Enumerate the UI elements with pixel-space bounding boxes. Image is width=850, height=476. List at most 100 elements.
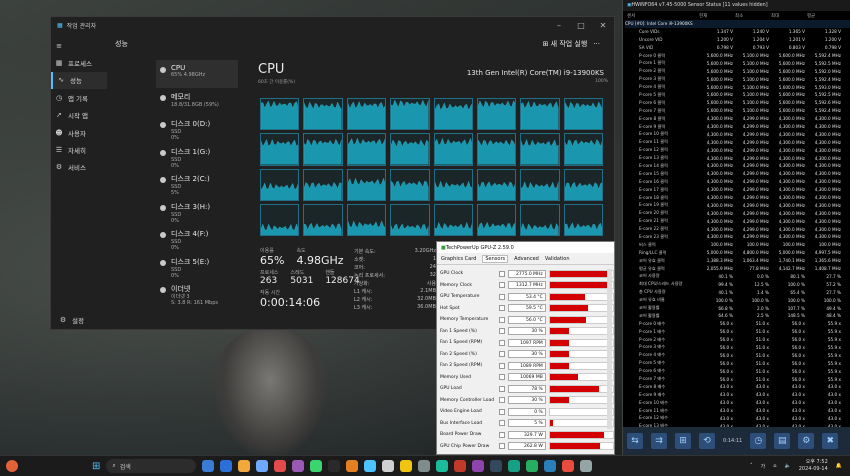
sensor-row[interactable]: E-core 22 클럭 4,300.0 MHz 4,299.0 MHz 4,300.…: [625, 225, 850, 233]
more-options-button[interactable]: ···: [593, 40, 600, 48]
start-button[interactable]: ⊞: [92, 461, 100, 472]
column-header[interactable]: 현재: [699, 13, 735, 19]
sensor-row[interactable]: 최대 CPU/스레드 사용량 99.4 % 12.5 % 100.0 % 57.2 %: [625, 280, 850, 288]
taskbar-app-icon[interactable]: [490, 460, 503, 472]
sensor-row[interactable]: 코어 사용량 40.1 % 0.0 % 80.1 % 27.7 %: [625, 273, 850, 281]
gpuz-scrollbar[interactable]: [607, 269, 612, 429]
taskbar-app-icon[interactable]: [382, 460, 395, 472]
sensor-row[interactable]: 코어 유효 클럭 1,388.3 MHz 1,063.4 MHz 1,740.1 MH…: [625, 257, 850, 265]
sensor-row[interactable]: P-core 2 배수 56.0 x 51.0 x 56.0 x 55.9 x: [625, 336, 850, 344]
nav-back-icon[interactable]: ⇆: [627, 433, 643, 449]
column-header[interactable]: 평균: [807, 13, 843, 19]
column-header[interactable]: 최대: [771, 13, 807, 19]
sensor-row[interactable]: P-core 6 배수 56.0 x 51.0 x 56.0 x 55.9 x: [625, 367, 850, 375]
nav-item-performance[interactable]: ∿ 성능: [51, 71, 107, 90]
taskbar-app-icon[interactable]: [256, 460, 269, 472]
sensor-row[interactable]: E-core 10 클럭 4,300.0 MHz 4,299.0 MHz 4,300.…: [625, 130, 850, 138]
sensor-row[interactable]: P-core 1 배수 56.0 x 51.0 x 56.0 x 55.9 x: [625, 328, 850, 336]
device-item[interactable]: 디스크 1(G:) SSD 0%: [156, 143, 238, 171]
sensor-dropdown[interactable]: [499, 397, 506, 404]
nav-menu-button[interactable]: ≡: [51, 37, 107, 54]
device-item[interactable]: 이더넷 이더넷 3 S: 3.8 R: 161 Mbps: [156, 280, 238, 308]
taskbar-app-icon[interactable]: [544, 460, 557, 472]
gpuz-tab[interactable]: Graphics Card: [441, 256, 476, 262]
device-item[interactable]: CPU 65% 4.98GHz: [156, 60, 238, 88]
minimize-button[interactable]: –: [548, 21, 570, 30]
sensor-dropdown[interactable]: [499, 282, 506, 289]
taskbar-app-icon[interactable]: [328, 460, 341, 472]
sensor-row[interactable]: E-core 16 클럭 4,300.0 MHz 4,299.0 MHz 4,300.…: [625, 178, 850, 186]
taskbar-app-icon[interactable]: [364, 460, 377, 472]
sensor-dropdown[interactable]: [499, 374, 506, 381]
settings-icon[interactable]: ⚙: [798, 433, 815, 449]
device-item[interactable]: 디스크 3(H:) SSD 0%: [156, 198, 238, 226]
sensor-row[interactable]: P-core 0 클럭 5,600.0 MHz 5,100.0 MHz 5,600.0…: [625, 52, 850, 60]
reset-icon[interactable]: ⟲: [699, 433, 715, 449]
maximize-button[interactable]: □: [570, 21, 592, 30]
report-icon[interactable]: ▤: [774, 433, 791, 449]
sensor-row[interactable]: E-core 19 클럭 4,300.0 MHz 4,299.0 MHz 4,300.…: [625, 201, 850, 209]
sensor-dropdown[interactable]: [499, 339, 506, 346]
taskbar-app-icon[interactable]: [202, 460, 215, 472]
taskbar-app-icon[interactable]: [526, 460, 539, 472]
sensor-row[interactable]: E-core 14 클럭 4,300.0 MHz 4,299.0 MHz 4,300.…: [625, 162, 850, 170]
sensor-row[interactable]: E-core 8 클럭 4,300.0 MHz 4,299.0 MHz 4,300.0…: [625, 115, 850, 123]
taskbar-app-icon[interactable]: [418, 460, 431, 472]
sensor-row[interactable]: 코어 유효 비율 100.0 % 100.0 % 100.0 % 100.0 %: [625, 296, 850, 304]
sensor-row[interactable]: P-core 4 배수 56.0 x 51.0 x 56.0 x 55.9 x: [625, 351, 850, 359]
taskbar-app-icon[interactable]: [238, 460, 251, 472]
device-item[interactable]: 디스크 2(C:) SSD 5%: [156, 170, 238, 198]
taskbar-app-icon[interactable]: [580, 460, 593, 472]
sensor-row[interactable]: E-core 11 배수 43.0 x 43.0 x 43.0 x 43.0 x: [625, 407, 850, 415]
sensor-dropdown[interactable]: [499, 316, 506, 323]
sensor-row[interactable]: P-core 7 배수 56.0 x 51.0 x 56.0 x 55.9 x: [625, 375, 850, 383]
sensor-row[interactable]: E-core 20 클럭 4,300.0 MHz 4,299.0 MHz 4,300.…: [625, 209, 850, 217]
sensor-row[interactable]: E-core 18 클럭 4,300.0 MHz 4,299.0 MHz 4,300.…: [625, 194, 850, 202]
sensor-row[interactable]: P-core 7 클럭 5,600.0 MHz 5,100.0 MHz 5,600.0…: [625, 107, 850, 115]
sensor-row[interactable]: Ring/LLC 클럭 5,000.0 MHz 4,800.0 MHz 5,000.0…: [625, 249, 850, 257]
nav-forward-icon[interactable]: ⇉: [651, 433, 667, 449]
network-icon[interactable]: ⊞: [675, 433, 691, 449]
sensor-row[interactable]: 평균 유효 클럭 2,055.9 MHz 77.8 MHz 4,142.7 MHz 1,…: [625, 265, 850, 273]
sensor-row[interactable]: E-core 11 클럭 4,300.0 MHz 4,299.0 MHz 4,300.…: [625, 138, 850, 146]
sensor-row[interactable]: E-core 23 클럭 4,300.0 MHz 4,299.0 MHz 4,300.…: [625, 233, 850, 241]
sensor-row[interactable]: SA VID 0.798 V 0.793 V 0.803 V 0.798 V: [625, 44, 850, 52]
sensor-row[interactable]: P-core 2 클럭 5,600.0 MHz 5,100.0 MHz 5,600.0…: [625, 67, 850, 75]
taskbar-app-icon[interactable]: [292, 460, 305, 472]
close-icon[interactable]: ✖: [822, 433, 839, 449]
taskbar-search[interactable]: ⌕ 검색: [106, 459, 197, 473]
clock[interactable]: 오후 7:52 2024-09-14: [799, 459, 828, 473]
sensor-dropdown[interactable]: [499, 362, 506, 369]
taskbar-app-icon[interactable]: [310, 460, 323, 472]
taskbar-app-icon[interactable]: [274, 460, 287, 472]
sensor-dropdown[interactable]: [499, 270, 506, 277]
nav-item-app-history[interactable]: ◷ 앱 기록: [51, 89, 107, 106]
nav-item-services[interactable]: ⚙ 서비스: [51, 159, 107, 176]
sensor-row[interactable]: P-core 3 배수 56.0 x 51.0 x 56.0 x 55.9 x: [625, 344, 850, 352]
taskbar-app-icon[interactable]: [400, 460, 413, 472]
sensor-row[interactable]: Uncore VID 1.200 V 1.204 V 1.201 V 1.200 V: [625, 36, 850, 44]
sensor-row[interactable]: P-core 5 배수 56.0 x 51.0 x 56.0 x 55.9 x: [625, 359, 850, 367]
sensor-row[interactable]: E-core 15 클럭 4,300.0 MHz 4,299.0 MHz 4,300.…: [625, 170, 850, 178]
nav-item-settings[interactable]: ⚙ 설정: [55, 311, 84, 328]
sensor-dropdown[interactable]: [499, 328, 506, 335]
new-task-button[interactable]: ⊞ 새 작업 실행: [543, 39, 588, 49]
sensor-row[interactable]: 버스 클럭 100.0 MHz 100.0 MHz 100.0 MHz 100.0 MH…: [625, 241, 850, 249]
sensor-dropdown[interactable]: [499, 420, 506, 427]
taskbar-app-icon[interactable]: [562, 460, 575, 472]
sensor-row[interactable]: E-core 9 클럭 4,300.0 MHz 4,299.0 MHz 4,300.0…: [625, 123, 850, 131]
gpuz-tab[interactable]: Validation: [545, 256, 570, 262]
nav-item-users[interactable]: ☻ 사용자: [51, 124, 107, 141]
sensor-row[interactable]: 코어 활용률 66.8 % 2.0 % 107.7 % 49.4 %: [625, 304, 850, 312]
weather-widget-icon[interactable]: [6, 460, 18, 472]
sensor-row[interactable]: P-core 1 클럭 5,600.0 MHz 5,100.0 MHz 5,600.0…: [625, 59, 850, 67]
sensor-row[interactable]: Core VIDs 1.347 V 1.240 V 1.365 V 1.328 V: [625, 28, 850, 36]
gpuz-tab[interactable]: Sensors: [482, 254, 509, 263]
ime-indicator[interactable]: 가: [761, 463, 766, 470]
sensor-row[interactable]: E-core 12 배수 43.0 x 43.0 x 43.0 x 43.0 x: [625, 415, 850, 423]
sensor-row[interactable]: 코어 활용률 64.6 % 2.5 % 148.5 % 48.4 %: [625, 312, 850, 320]
device-item[interactable]: 디스크 0(D:) SSD 0%: [156, 115, 238, 143]
sensor-row[interactable]: P-core 4 클럭 5,600.0 MHz 5,100.0 MHz 5,600.0…: [625, 83, 850, 91]
sensor-row[interactable]: P-core 6 클럭 5,600.0 MHz 5,100.0 MHz 5,600.0…: [625, 99, 850, 107]
taskbar-app-icon[interactable]: [508, 460, 521, 472]
